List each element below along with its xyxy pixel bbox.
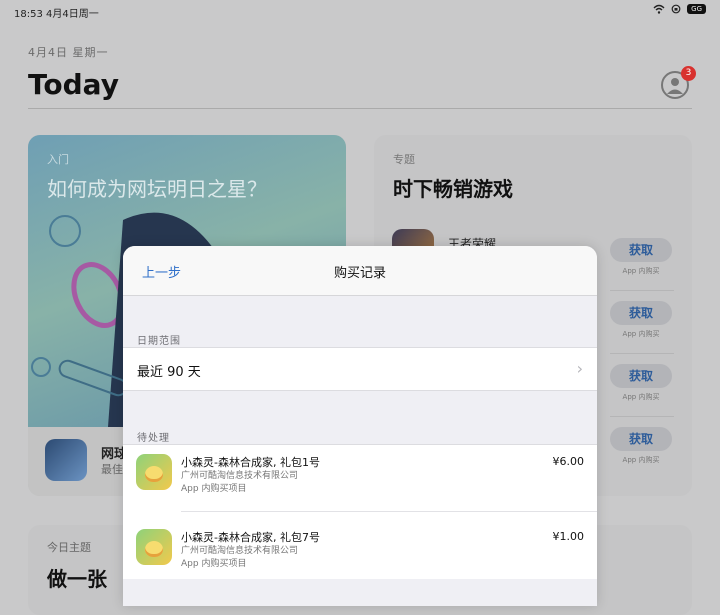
pending-section-label: 待处理 xyxy=(137,433,170,444)
in-app-purchase-note: App 内购买 xyxy=(622,456,660,464)
purchase-item-developer: 广州可酷淘信息技术有限公司 xyxy=(181,546,299,556)
story-kicker: 入门 xyxy=(47,153,69,166)
chevron-right-icon: › xyxy=(576,359,583,378)
in-app-purchase-note: App 内购买 xyxy=(622,393,660,401)
purchase-item-developer: 广州可酷淘信息技术有限公司 xyxy=(181,471,299,481)
wifi-icon xyxy=(653,4,665,14)
get-button[interactable]: 获取 xyxy=(610,301,672,325)
topic-kicker: 专题 xyxy=(393,153,415,166)
in-app-purchase-note: App 内购买 xyxy=(622,267,660,275)
purchase-item-price: ¥1.00 xyxy=(552,530,585,543)
status-icons: GG xyxy=(653,4,706,14)
purchase-history-sheet: 上一步 购买记录 日期范围 最近 90 天 › 待处理 小森灵-森林合成家, 礼… xyxy=(123,246,597,606)
row-divider xyxy=(610,353,674,354)
notification-badge: 3 xyxy=(681,66,696,81)
date-range-section-label: 日期范围 xyxy=(137,336,181,347)
tennis-app-icon xyxy=(45,439,87,481)
status-time-date: 18:53 4月4日周一 xyxy=(14,9,99,20)
sheet-title: 购买记录 xyxy=(333,266,386,281)
battery-indicator: GG xyxy=(687,4,706,14)
purchase-item-type: App 内购买项目 xyxy=(181,559,247,569)
row-divider xyxy=(610,290,674,291)
row-divider xyxy=(610,416,674,417)
forest-game-app-icon xyxy=(136,529,172,565)
rotation-lock-icon xyxy=(671,4,681,14)
date-range-value: 最近 90 天 xyxy=(137,365,201,380)
today-date: 4月4日 星期一 xyxy=(28,46,109,59)
sheet-header: 上一步 购买记录 xyxy=(123,246,597,296)
topic-title: 时下畅销游戏 xyxy=(393,177,513,201)
story-app-subtitle: 最佳 xyxy=(101,463,123,476)
purchase-item-price: ¥6.00 xyxy=(552,455,585,468)
story-title: 如何成为网坛明日之星？ xyxy=(47,177,267,201)
header-divider xyxy=(28,108,692,109)
get-button[interactable]: 获取 xyxy=(610,364,672,388)
in-app-purchase-note: App 内购买 xyxy=(622,330,660,338)
page-title: Today xyxy=(28,68,119,101)
status-bar: 18:53 4月4日周一 GG xyxy=(0,0,720,22)
get-button[interactable]: 获取 xyxy=(610,238,672,262)
get-button[interactable]: 获取 xyxy=(610,427,672,451)
forest-game-app-icon xyxy=(136,454,172,490)
purchase-item-type: App 内购买项目 xyxy=(181,484,247,494)
topic-kicker: 今日主题 xyxy=(47,541,91,554)
pending-purchases-list: 小森灵-森林合成家, 礼包1号 广州可酷淘信息技术有限公司 App 内购买项目 … xyxy=(123,444,597,579)
date-range-row[interactable]: 最近 90 天 › xyxy=(123,347,597,391)
topic-title: 做一张 xyxy=(47,567,107,591)
list-divider xyxy=(181,511,597,512)
